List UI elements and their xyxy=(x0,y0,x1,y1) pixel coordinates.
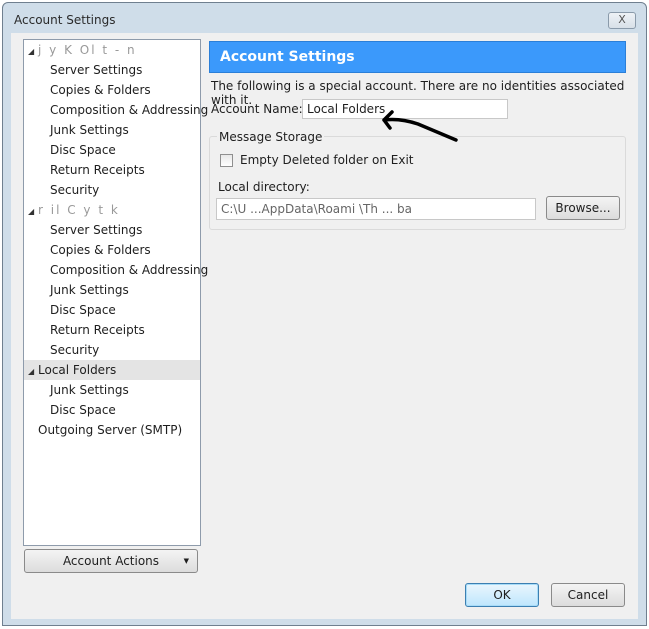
close-button[interactable]: X xyxy=(608,12,636,29)
dropdown-caret-icon: ▼ xyxy=(183,557,189,565)
tree-item-label: Disc Space xyxy=(50,143,116,157)
tree-item[interactable]: ◢ j y K Ol t - n xyxy=(24,40,200,60)
local-directory-input[interactable]: C:\U ...AppData\Roami \Th ... ba xyxy=(216,198,536,220)
dialog-client: ◢ j y K Ol t - n Server Settings Copies & F… xyxy=(11,33,638,619)
tree-item[interactable]: Disc Space xyxy=(24,400,200,420)
tree-item[interactable]: ◢ Local Folders xyxy=(24,360,200,380)
tree-item-label: Local Folders xyxy=(38,363,117,377)
tree-item[interactable]: Composition & Addressing xyxy=(24,260,208,280)
tree-item-label: r il C y t k xyxy=(38,203,120,217)
tree-item-label: Return Receipts xyxy=(50,323,145,337)
tree-item[interactable]: Return Receipts xyxy=(24,320,200,340)
tree-item-label: Junk Settings xyxy=(50,123,129,137)
ok-button[interactable]: OK xyxy=(465,583,539,607)
tree-item[interactable]: Server Settings xyxy=(24,220,200,240)
tree-item[interactable]: Outgoing Server (SMTP) xyxy=(24,420,200,440)
browse-button[interactable]: Browse... xyxy=(546,196,620,220)
empty-deleted-checkbox[interactable]: Empty Deleted folder on Exit xyxy=(220,153,414,167)
account-actions-button[interactable]: Account Actions ▼ xyxy=(24,549,198,573)
account-tree[interactable]: ◢ j y K Ol t - n Server Settings Copies & F… xyxy=(23,39,208,546)
tree-item-label: Disc Space xyxy=(50,403,116,417)
account-actions-label: Account Actions xyxy=(62,554,160,568)
local-directory-label: Local directory: xyxy=(218,180,310,194)
tree-item-label: Composition & Addressing xyxy=(50,103,209,117)
window-title: Account Settings xyxy=(14,13,116,27)
message-storage-group: Message Storage Empty Deleted folder on … xyxy=(209,130,626,230)
account-name-label: Account Name: xyxy=(211,102,303,116)
checkbox-box[interactable] xyxy=(220,153,233,167)
expand-triangle-icon[interactable]: ◢ xyxy=(28,42,38,62)
tree-item-label: Copies & Folders xyxy=(50,243,151,257)
tree-item[interactable]: Security xyxy=(24,340,200,360)
hand-drawn-arrow-icon xyxy=(382,110,458,142)
tree-item-label: Return Receipts xyxy=(50,163,145,177)
tree-item[interactable]: Disc Space xyxy=(24,300,200,320)
tree-item-label: Security xyxy=(50,183,100,197)
tree-item[interactable]: Copies & Folders xyxy=(24,240,200,260)
tree-item-label: Security xyxy=(50,343,100,357)
tree-item[interactable]: Return Receipts xyxy=(24,160,200,180)
tree-item[interactable]: Server Settings xyxy=(24,60,200,80)
tree-item-label: Composition & Addressing xyxy=(50,263,209,277)
tree-item[interactable]: Disc Space xyxy=(24,140,200,160)
tree-item-label: Server Settings xyxy=(50,63,143,77)
tree-item-label: Outgoing Server (SMTP) xyxy=(38,423,183,437)
tree-item[interactable]: Composition & Addressing xyxy=(24,100,208,120)
tree-item-label: Junk Settings xyxy=(50,283,129,297)
checkbox-label: Empty Deleted folder on Exit xyxy=(240,153,414,167)
panel-banner: Account Settings xyxy=(209,41,626,73)
expand-triangle-icon[interactable]: ◢ xyxy=(28,362,38,382)
tree-item[interactable]: Junk Settings xyxy=(24,120,200,140)
tree-item[interactable]: ◢ r il C y t k xyxy=(24,200,200,220)
tree-item[interactable]: Junk Settings xyxy=(24,280,200,300)
account-settings-window: Account Settings X ◢ j y K Ol t - n Server… xyxy=(2,2,647,626)
tree-item-label: Junk Settings xyxy=(50,383,129,397)
tree-item[interactable]: Junk Settings xyxy=(24,380,200,400)
tree-item-label: j y K Ol t - n xyxy=(38,43,137,57)
tree-item-label: Server Settings xyxy=(50,223,143,237)
expand-triangle-icon[interactable]: ◢ xyxy=(28,202,38,222)
tree-item-label: Disc Space xyxy=(50,303,116,317)
cancel-button[interactable]: Cancel xyxy=(551,583,625,607)
tree-item[interactable]: Security xyxy=(24,180,200,200)
tree-item[interactable]: Copies & Folders xyxy=(24,80,200,100)
tree-item-label: Copies & Folders xyxy=(50,83,151,97)
group-label: Message Storage xyxy=(217,130,325,144)
